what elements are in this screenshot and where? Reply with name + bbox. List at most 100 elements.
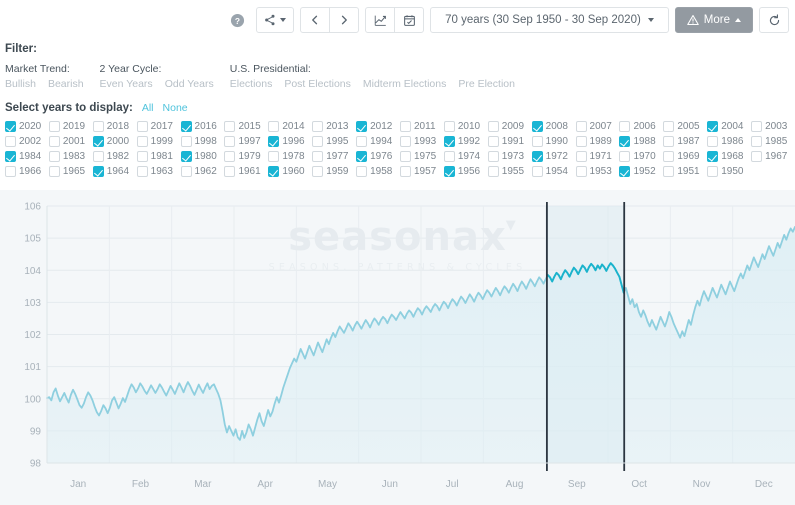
chart-view-button[interactable] xyxy=(365,7,395,33)
checkbox-icon[interactable] xyxy=(707,121,718,132)
year-checkbox-1986[interactable]: 1986 xyxy=(707,136,751,147)
year-checkbox-2019[interactable]: 2019 xyxy=(49,121,93,132)
calendar-button[interactable] xyxy=(394,7,424,33)
year-checkbox-1998[interactable]: 1998 xyxy=(181,136,225,147)
checkbox-icon[interactable] xyxy=(5,136,16,147)
share-button[interactable] xyxy=(256,7,294,33)
checkbox-icon[interactable] xyxy=(224,151,235,162)
select-none-link[interactable]: None xyxy=(163,102,188,114)
year-checkbox-1955[interactable]: 1955 xyxy=(488,166,532,177)
year-checkbox-1983[interactable]: 1983 xyxy=(49,151,93,162)
year-checkbox-1970[interactable]: 1970 xyxy=(619,151,663,162)
next-button[interactable] xyxy=(329,7,359,33)
year-checkbox-1982[interactable]: 1982 xyxy=(93,151,137,162)
checkbox-icon[interactable] xyxy=(576,151,587,162)
year-checkbox-1993[interactable]: 1993 xyxy=(400,136,444,147)
year-checkbox-1994[interactable]: 1994 xyxy=(356,136,400,147)
year-checkbox-1962[interactable]: 1962 xyxy=(181,166,225,177)
checkbox-icon[interactable] xyxy=(444,121,455,132)
filter-option-post-elections[interactable]: Post Elections xyxy=(284,78,351,90)
checkbox-icon[interactable] xyxy=(5,121,16,132)
year-checkbox-1954[interactable]: 1954 xyxy=(532,166,576,177)
checkbox-icon[interactable] xyxy=(356,166,367,177)
help-circle-icon[interactable]: ? xyxy=(226,9,248,31)
checkbox-icon[interactable] xyxy=(444,151,455,162)
filter-option-midterm-elections[interactable]: Midterm Elections xyxy=(363,78,446,90)
checkbox-icon[interactable] xyxy=(532,151,543,162)
year-checkbox-2002[interactable]: 2002 xyxy=(5,136,49,147)
filter-option-pre-election[interactable]: Pre Election xyxy=(458,78,515,90)
year-checkbox-2003[interactable]: 2003 xyxy=(751,121,795,132)
year-checkbox-1996[interactable]: 1996 xyxy=(268,136,312,147)
checkbox-icon[interactable] xyxy=(49,121,60,132)
checkbox-icon[interactable] xyxy=(268,151,279,162)
year-checkbox-1969[interactable]: 1969 xyxy=(663,151,707,162)
year-checkbox-1995[interactable]: 1995 xyxy=(312,136,356,147)
checkbox-icon[interactable] xyxy=(356,151,367,162)
checkbox-icon[interactable] xyxy=(5,166,16,177)
checkbox-icon[interactable] xyxy=(488,151,499,162)
checkbox-icon[interactable] xyxy=(707,166,718,177)
checkbox-icon[interactable] xyxy=(663,121,674,132)
year-checkbox-1992[interactable]: 1992 xyxy=(444,136,488,147)
checkbox-icon[interactable] xyxy=(444,136,455,147)
checkbox-icon[interactable] xyxy=(532,166,543,177)
checkbox-icon[interactable] xyxy=(93,166,104,177)
year-checkbox-1991[interactable]: 1991 xyxy=(488,136,532,147)
checkbox-icon[interactable] xyxy=(751,151,762,162)
year-checkbox-1999[interactable]: 1999 xyxy=(137,136,181,147)
year-checkbox-1977[interactable]: 1977 xyxy=(312,151,356,162)
checkbox-icon[interactable] xyxy=(137,151,148,162)
year-checkbox-2008[interactable]: 2008 xyxy=(532,121,576,132)
checkbox-icon[interactable] xyxy=(312,166,323,177)
year-checkbox-2013[interactable]: 2013 xyxy=(312,121,356,132)
year-checkbox-2007[interactable]: 2007 xyxy=(576,121,620,132)
checkbox-icon[interactable] xyxy=(576,166,587,177)
checkbox-icon[interactable] xyxy=(707,136,718,147)
checkbox-icon[interactable] xyxy=(619,121,630,132)
year-checkbox-1971[interactable]: 1971 xyxy=(576,151,620,162)
checkbox-icon[interactable] xyxy=(49,136,60,147)
year-checkbox-2014[interactable]: 2014 xyxy=(268,121,312,132)
checkbox-icon[interactable] xyxy=(488,136,499,147)
checkbox-icon[interactable] xyxy=(181,151,192,162)
checkbox-icon[interactable] xyxy=(5,151,16,162)
year-checkbox-2018[interactable]: 2018 xyxy=(93,121,137,132)
checkbox-icon[interactable] xyxy=(663,151,674,162)
year-checkbox-1979[interactable]: 1979 xyxy=(224,151,268,162)
year-checkbox-1965[interactable]: 1965 xyxy=(49,166,93,177)
year-checkbox-1961[interactable]: 1961 xyxy=(224,166,268,177)
checkbox-icon[interactable] xyxy=(751,121,762,132)
checkbox-icon[interactable] xyxy=(400,136,411,147)
year-checkbox-1967[interactable]: 1967 xyxy=(751,151,795,162)
year-checkbox-1957[interactable]: 1957 xyxy=(400,166,444,177)
year-checkbox-1968[interactable]: 1968 xyxy=(707,151,751,162)
checkbox-icon[interactable] xyxy=(576,136,587,147)
checkbox-icon[interactable] xyxy=(619,151,630,162)
checkbox-icon[interactable] xyxy=(268,166,279,177)
checkbox-icon[interactable] xyxy=(49,151,60,162)
year-checkbox-2016[interactable]: 2016 xyxy=(181,121,225,132)
year-checkbox-2005[interactable]: 2005 xyxy=(663,121,707,132)
year-checkbox-1981[interactable]: 1981 xyxy=(137,151,181,162)
year-checkbox-2000[interactable]: 2000 xyxy=(93,136,137,147)
year-checkbox-1990[interactable]: 1990 xyxy=(532,136,576,147)
checkbox-icon[interactable] xyxy=(356,136,367,147)
chart-canvas[interactable]: 9899100101102103104105106JanFebMarAprMay… xyxy=(0,190,795,505)
checkbox-icon[interactable] xyxy=(137,166,148,177)
checkbox-icon[interactable] xyxy=(268,136,279,147)
checkbox-icon[interactable] xyxy=(532,136,543,147)
checkbox-icon[interactable] xyxy=(268,121,279,132)
checkbox-icon[interactable] xyxy=(312,151,323,162)
year-checkbox-1966[interactable]: 1966 xyxy=(5,166,49,177)
checkbox-icon[interactable] xyxy=(224,136,235,147)
year-checkbox-1960[interactable]: 1960 xyxy=(268,166,312,177)
year-checkbox-1975[interactable]: 1975 xyxy=(400,151,444,162)
checkbox-icon[interactable] xyxy=(93,151,104,162)
year-checkbox-1951[interactable]: 1951 xyxy=(663,166,707,177)
date-range-selector[interactable]: 70 years (30 Sep 1950 - 30 Sep 2020) xyxy=(430,7,669,33)
filter-option-bullish[interactable]: Bullish xyxy=(5,78,36,90)
year-checkbox-2020[interactable]: 2020 xyxy=(5,121,49,132)
checkbox-icon[interactable] xyxy=(707,151,718,162)
year-checkbox-1997[interactable]: 1997 xyxy=(224,136,268,147)
